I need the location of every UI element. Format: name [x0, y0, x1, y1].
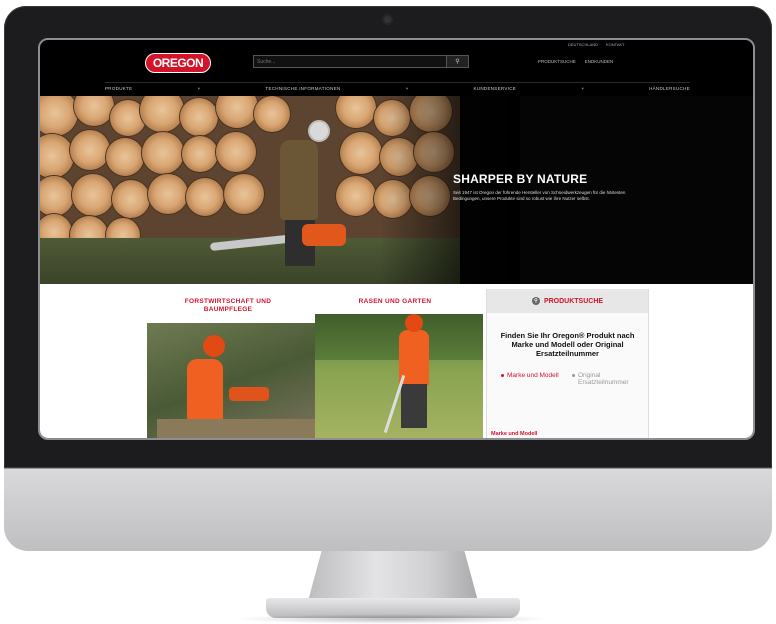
hero-title: SHARPER BY NATURE: [453, 172, 588, 186]
util-link-contact[interactable]: KONTAKT: [606, 42, 625, 47]
radio-dot-icon: [501, 374, 504, 377]
category-title-rasen[interactable]: RASEN UND GARTEN: [325, 298, 465, 306]
finder-option-label: Original Ersatzteilnummer: [578, 372, 629, 386]
finder-option-brand-model[interactable]: Marke und Modell: [501, 372, 571, 386]
main-nav: PRODUKTE ▾ TECHNISCHE INFORMATIONEN ▾ KU…: [105, 82, 690, 92]
nav-item-produkte[interactable]: PRODUKTE: [105, 86, 132, 91]
category-title-forst[interactable]: FORSTWIRTSCHAFT UND BAUMPFLEGE: [168, 298, 288, 314]
content-section: FORSTWIRTSCHAFT UND BAUMPFLEGE RASEN UND…: [40, 284, 753, 438]
worker-body: [280, 140, 318, 220]
finder-header-label: PRODUKTSUCHE: [543, 297, 604, 305]
category-image-rasen[interactable]: [315, 314, 483, 438]
utility-links: DEUTSCHLAND KONTAKT: [568, 42, 625, 47]
monitor-stand: [308, 551, 478, 601]
chevron-down-icon: ▾: [197, 85, 201, 91]
category-image-forst[interactable]: [147, 323, 315, 438]
worker-helmet: [308, 120, 330, 142]
top-links: PRODUKTSUCHE ENDKUNDEN: [538, 59, 613, 64]
radio-dot-icon: [572, 374, 575, 377]
nav-item-kundenservice[interactable]: KUNDENSERVICE: [474, 86, 517, 91]
search-icon: ⚲: [531, 297, 540, 305]
product-finder: ⚲ PRODUKTSUCHE Finden Sie Ihr Oregon® Pr…: [486, 289, 649, 438]
hero-banner: SHARPER BY NATURE Seit 1947 ist Oregon d…: [40, 96, 753, 284]
chainsaw: [302, 224, 346, 246]
monitor-chin: [4, 468, 772, 551]
search-input[interactable]: [257, 57, 442, 67]
finder-option-label: Marke und Modell: [507, 372, 559, 379]
screen: OREGON ⚲ DEUTSCHLAND KONTAKT PRODUKTSUCH…: [38, 38, 755, 440]
finder-option-part-number[interactable]: Original Ersatzteilnummer: [572, 372, 642, 386]
stand-shadow: [234, 614, 552, 624]
chevron-down-icon: ▾: [405, 85, 409, 91]
search-icon: ⚲: [455, 59, 460, 65]
nav-item-technische-informationen[interactable]: TECHNISCHE INFORMATIONEN: [265, 86, 340, 91]
search-box: ⚲: [253, 55, 469, 68]
hero-text: Seit 1947 ist Oregon der führende Herste…: [453, 190, 626, 201]
util-link-country[interactable]: DEUTSCHLAND: [568, 42, 598, 47]
finder-link-brand-model[interactable]: Marke und Modell: [491, 431, 537, 437]
camera-icon: [384, 16, 391, 23]
nav-item-haendlersuche[interactable]: HÄNDLERSUCHE: [649, 86, 690, 91]
finder-title: Finden Sie Ihr Oregon® Produkt nach Mark…: [500, 331, 635, 358]
top-link-endkunden[interactable]: ENDKUNDEN: [585, 59, 614, 64]
oregon-logo[interactable]: OREGON: [145, 53, 211, 73]
top-link-produktsuche[interactable]: PRODUKTSUCHE: [538, 59, 576, 64]
chevron-down-icon: ▾: [581, 85, 584, 91]
site-header: OREGON ⚲ DEUTSCHLAND KONTAKT PRODUKTSUCH…: [40, 40, 753, 100]
finder-options: Marke und Modell Original Ersatzteilnumm…: [501, 372, 642, 386]
finder-header: ⚲ PRODUKTSUCHE: [487, 289, 648, 313]
search-button[interactable]: ⚲: [446, 56, 468, 67]
